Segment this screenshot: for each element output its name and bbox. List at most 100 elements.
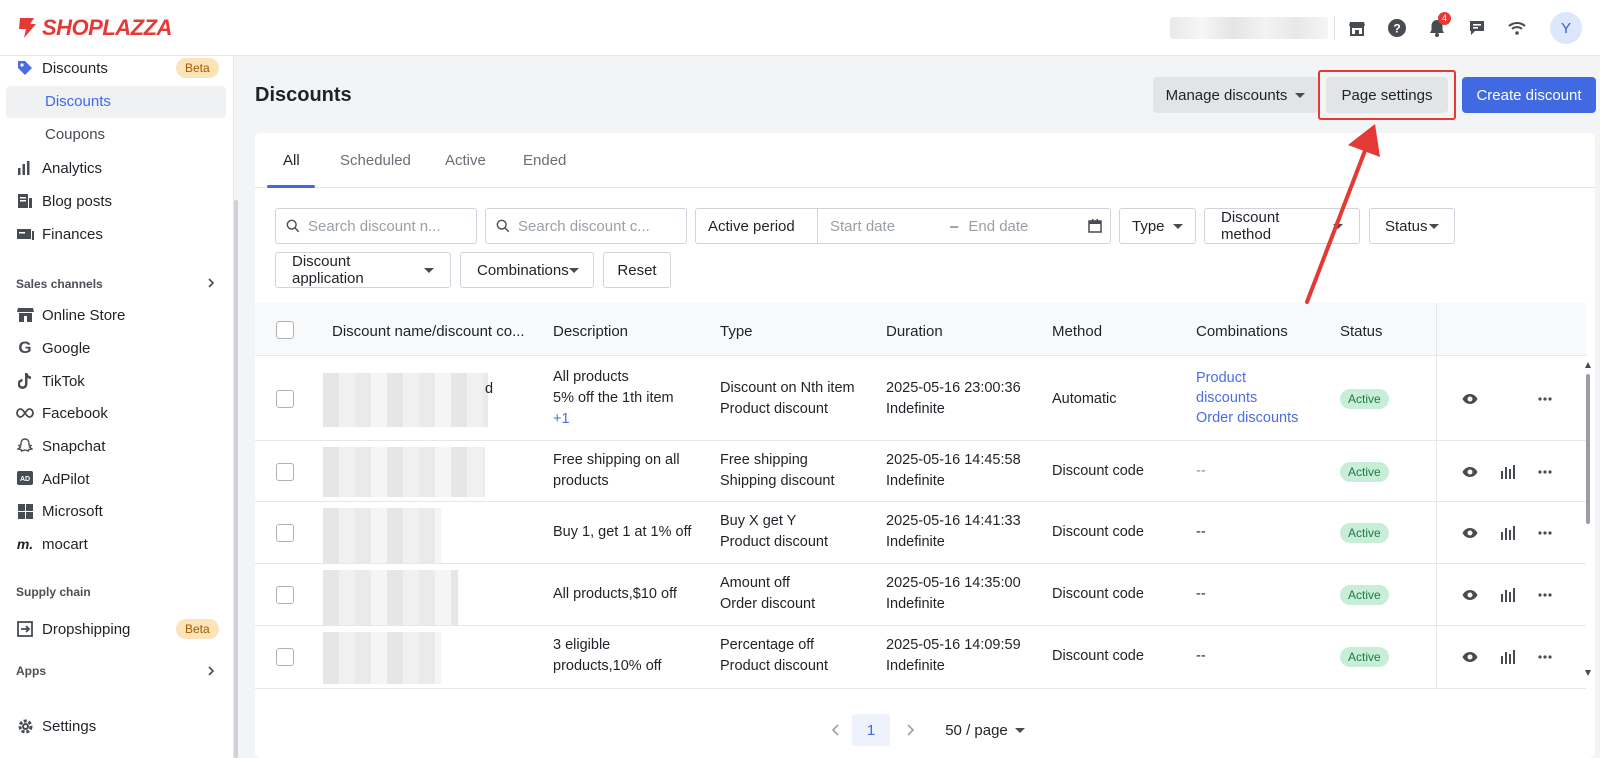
discount-name-redacted[interactable] <box>323 632 441 684</box>
sidebar-item-analytics[interactable]: Analytics <box>16 154 102 182</box>
combination-link[interactable]: Product <box>1196 368 1298 388</box>
sidebar-item-discounts[interactable]: Discounts <box>16 54 108 82</box>
chevron-right-icon[interactable] <box>206 666 216 676</box>
sidebar-item-online-store[interactable]: Online Store <box>16 301 125 329</box>
type-line: Product discount <box>720 401 829 417</box>
combination-link[interactable]: Order discounts <box>1196 408 1298 428</box>
sidebar-item-facebook[interactable]: Facebook <box>16 399 108 427</box>
more-options-icon[interactable] <box>1536 586 1554 604</box>
discount-name-redacted[interactable] <box>323 373 488 427</box>
analytics-bars-icon[interactable] <box>1499 586 1517 604</box>
sidebar-item-microsoft[interactable]: Microsoft <box>16 497 103 525</box>
sidebar-item-dropshipping[interactable]: Dropshipping <box>16 615 130 643</box>
view-eye-icon[interactable] <box>1461 390 1479 408</box>
search-name-field[interactable] <box>275 208 477 244</box>
help-icon[interactable]: ? <box>1385 16 1409 40</box>
type-line: Discount on Nth item <box>720 380 855 396</box>
search-code-field[interactable] <box>485 208 687 244</box>
more-options-icon[interactable] <box>1536 524 1554 542</box>
search-name-input[interactable] <box>308 217 466 235</box>
wifi-icon[interactable] <box>1505 16 1529 40</box>
tab-ended[interactable]: Ended <box>523 152 566 169</box>
tab-scheduled[interactable]: Scheduled <box>340 152 411 169</box>
next-page-icon[interactable] <box>900 714 920 746</box>
combinations-filter-label: Combinations <box>477 261 569 279</box>
sidebar-subitem-discounts[interactable]: Discounts <box>45 93 111 110</box>
row-description: All products 5% off the 1th item +1 <box>553 367 674 430</box>
analytics-bars-icon[interactable] <box>1499 463 1517 481</box>
search-code-input[interactable] <box>518 217 676 235</box>
discount-application-filter[interactable]: Discount application <box>275 252 451 288</box>
row-checkbox[interactable] <box>276 463 294 481</box>
create-discount-button[interactable]: Create discount <box>1462 77 1596 113</box>
status-filter[interactable]: Status <box>1369 208 1455 244</box>
row-checkbox[interactable] <box>276 524 294 542</box>
more-options-icon[interactable] <box>1536 390 1554 408</box>
sidebar-item-blog-posts[interactable]: Blog posts <box>16 187 112 215</box>
row-checkbox[interactable] <box>276 648 294 666</box>
active-tab-indicator <box>267 185 315 188</box>
sidebar-item-label: Settings <box>42 717 97 735</box>
store-icon[interactable] <box>1345 16 1369 40</box>
sidebar-item-snapchat[interactable]: Snapchat <box>16 432 105 460</box>
discount-name-tail: d <box>485 381 494 397</box>
store-name-redacted[interactable] <box>1170 17 1328 39</box>
select-all-checkbox[interactable] <box>276 321 294 339</box>
mocart-icon: m. <box>16 536 34 552</box>
sidebar-scrollbar[interactable] <box>234 200 238 758</box>
more-options-icon[interactable] <box>1536 463 1554 481</box>
shoplazza-logo[interactable]: SHOPLAZZA <box>16 14 172 42</box>
prev-page-icon[interactable] <box>826 714 846 746</box>
view-eye-icon[interactable] <box>1461 586 1479 604</box>
more-options-icon[interactable] <box>1536 648 1554 666</box>
messages-icon[interactable] <box>1465 16 1489 40</box>
discount-method-filter[interactable]: Discount method <box>1204 208 1360 244</box>
analytics-bars-icon[interactable] <box>1499 524 1517 542</box>
caret-down-icon <box>1014 727 1025 733</box>
type-filter[interactable]: Type <box>1119 208 1196 244</box>
th-type: Type <box>720 323 753 340</box>
row-checkbox[interactable] <box>276 586 294 604</box>
duration-end: Indefinite <box>886 596 945 612</box>
discount-name-redacted[interactable] <box>323 570 458 626</box>
row-checkbox[interactable] <box>276 390 294 408</box>
page-size-select[interactable]: 50 / page <box>944 714 1026 746</box>
table-scrollbar[interactable] <box>1585 362 1591 676</box>
end-date-input[interactable] <box>968 217 1079 235</box>
row-divider <box>255 688 1586 689</box>
page-number-current[interactable]: 1 <box>852 714 890 746</box>
calendar-icon[interactable] <box>1088 219 1103 233</box>
date-range-separator: – <box>950 217 959 235</box>
combinations-filter[interactable]: Combinations <box>460 252 594 288</box>
view-eye-icon[interactable] <box>1461 463 1479 481</box>
type-line: Amount off <box>720 575 790 591</box>
tab-active[interactable]: Active <box>445 152 486 169</box>
sidebar-item-finances[interactable]: Finances <box>16 220 103 248</box>
sidebar-item-google[interactable]: G Google <box>16 334 90 362</box>
discount-name-redacted[interactable] <box>323 508 441 564</box>
sidebar-subitem-coupons[interactable]: Coupons <box>45 126 105 143</box>
combination-link[interactable]: discounts <box>1196 388 1298 408</box>
discount-name-redacted[interactable] <box>323 447 485 497</box>
chevron-right-icon[interactable] <box>206 278 216 288</box>
start-date-input[interactable] <box>830 217 940 235</box>
sidebar-item-adpilot[interactable]: AD AdPilot <box>16 465 90 493</box>
description-more-link[interactable]: +1 <box>553 409 674 430</box>
sidebar-item-settings[interactable]: Settings <box>16 712 96 740</box>
search-icon <box>496 219 510 233</box>
view-eye-icon[interactable] <box>1461 524 1479 542</box>
sidebar-item-mocart[interactable]: m. mocart <box>16 530 88 558</box>
view-eye-icon[interactable] <box>1461 648 1479 666</box>
sidebar-subitem-active-bg <box>6 86 226 118</box>
active-period-filter[interactable]: Active period – <box>695 208 1111 244</box>
tab-all[interactable]: All <box>283 152 300 169</box>
sidebar-item-tiktok[interactable]: TikTok <box>16 367 85 395</box>
analytics-bars-icon[interactable] <box>1499 648 1517 666</box>
avatar[interactable]: Y <box>1550 12 1582 44</box>
notification-bell-icon[interactable]: 4 <box>1425 12 1451 40</box>
manage-discounts-button[interactable]: Manage discounts <box>1153 77 1318 113</box>
sidebar-item-label: Discounts <box>42 59 108 77</box>
tiktok-icon <box>16 372 34 390</box>
reset-button[interactable]: Reset <box>603 252 671 288</box>
row-description: All products,$10 off <box>553 586 677 602</box>
